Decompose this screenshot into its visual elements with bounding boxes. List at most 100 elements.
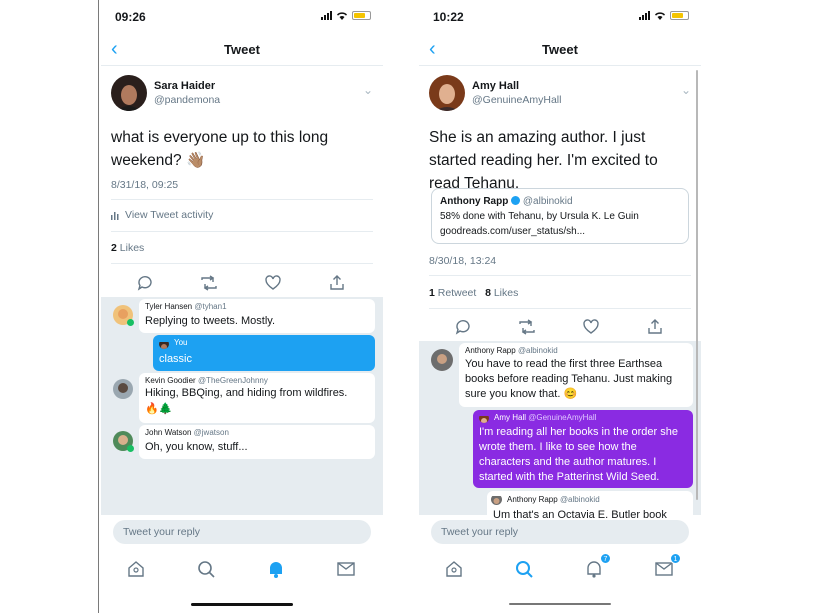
quoted-name: Anthony Rapp [440,196,509,207]
messages-tab[interactable]: 1 [653,553,681,580]
dm-text: Hiking, BBQing, and hiding from wildfire… [145,387,348,399]
likes-label: Likes [119,242,145,254]
retweet-icon[interactable] [199,273,219,293]
dm-text: Oh, you know, stuff... [145,441,248,453]
divider [429,308,691,309]
avatar[interactable] [111,75,147,111]
dm-message-own[interactable]: You classic [153,335,375,371]
notifications-badge: 7 [600,553,611,564]
view-activity-link[interactable]: View Tweet activity [111,209,213,221]
author-handle: @pandemona [154,94,221,106]
retweet-number: 1 [429,287,435,299]
tweet-timestamp: 8/30/18, 13:24 [429,255,497,267]
dm-text: classic [159,353,193,365]
home-indicator [191,603,293,606]
search-icon[interactable] [195,558,217,580]
messages-icon[interactable] [335,558,357,580]
chevron-down-icon[interactable]: ⌄ [363,83,373,97]
chevron-down-icon[interactable]: ⌄ [681,83,691,97]
dm-sender: John Watson @jwatson [145,428,229,437]
avatar[interactable] [429,75,465,111]
view-activity-label: View Tweet activity [125,209,214,221]
tweet-timestamp: 8/31/18, 09:25 [111,179,179,191]
dm-text: You have to read the first three Earthse… [465,358,663,370]
author-name: Amy Hall [472,80,520,92]
status-bar: 09:26 [101,8,383,26]
like-icon[interactable] [263,273,283,293]
quoted-author: Anthony Rapp @albinokid [440,194,680,209]
scrollbar[interactable] [696,70,698,500]
reply-icon[interactable] [135,273,155,293]
tab-bar [101,558,383,588]
tweet-author[interactable]: Sara Haider @pandemona ⌄ [111,75,373,115]
notifications-tab[interactable]: 7 [583,553,611,580]
dm-text-emoji: 🔥🌲 [145,403,173,415]
dm-sender: Amy Hall @GenuineAmyHall [494,413,597,422]
tweet-actions [419,317,701,339]
share-icon[interactable] [327,273,347,293]
wifi-icon [655,12,665,20]
battery-icon [670,11,689,20]
share-icon[interactable] [645,317,665,337]
right-phone-screen: 10:22 ‹ Tweet Amy Hall @GenuineAmyHall ⌄… [419,0,701,613]
dm-message[interactable]: Tyler Hansen @tyhan1 Replying to tweets.… [139,299,375,333]
tweet-actions [101,273,383,295]
avatar [113,379,133,399]
divider [429,275,691,276]
wifi-icon [337,12,347,20]
quoted-text: 58% done with Tehanu, by Ursula K. Le Gu… [440,211,639,222]
battery-icon [352,11,371,20]
status-icons [639,11,689,20]
dm-conversation[interactable]: Tyler Hansen @tyhan1 Replying to tweets.… [101,297,383,515]
search-icon[interactable] [513,558,535,580]
nav-bar: ‹ Tweet [419,36,701,66]
online-dot [127,319,134,326]
status-time: 10:22 [433,10,464,24]
signal-icon [321,11,332,20]
verified-icon [511,196,521,205]
dm-sender: Kevin Goodier @TheGreenJohnny [145,376,268,385]
dm-conversation[interactable]: Anthony Rapp @albinokid You have to read… [419,341,701,531]
dm-text: started with the Patterinst Wild Seed. [479,471,660,483]
home-icon[interactable] [443,558,465,580]
home-icon[interactable] [125,558,147,580]
like-icon[interactable] [581,317,601,337]
left-phone-screen: 09:26 ‹ Tweet Sara Haider @pandemona ⌄ w… [101,0,383,613]
quoted-tweet[interactable]: Anthony Rapp @albinokid 58% done with Te… [431,188,689,244]
retweet-icon[interactable] [517,317,537,337]
quoted-handle: @albinokid [522,196,573,207]
dm-message[interactable]: John Watson @jwatson Oh, you know, stuff… [139,425,375,459]
bar-chart-icon [111,211,119,220]
home-indicator [509,603,611,605]
dm-sender: Anthony Rapp @albinokid [465,346,558,355]
quoted-link: goodreads.com/user_status/sh... [440,226,586,237]
tab-bar: 7 1 [419,553,701,588]
screenshot-canvas: 09:26 ‹ Tweet Sara Haider @pandemona ⌄ w… [0,0,839,613]
dm-message[interactable]: Kevin Goodier @TheGreenJohnny Hiking, BB… [139,373,375,423]
dm-sender: You [174,338,188,347]
notifications-icon[interactable] [265,558,287,580]
page-title: Tweet [542,42,578,57]
dm-sender: Tyler Hansen @tyhan1 [145,302,227,311]
dm-text: characters and the author matures. I [479,456,657,468]
messages-badge: 1 [670,553,681,564]
likes-count[interactable]: 2 Likes [111,242,144,254]
avatar [431,349,453,371]
divider-line [98,0,99,613]
tweet-text: She is an amazing author. I just started… [429,129,658,192]
dm-text: books before reading Tehanu. Just making [465,373,673,385]
reply-input[interactable]: Tweet your reply [113,520,371,544]
status-time: 09:26 [115,10,146,24]
reply-icon[interactable] [453,317,473,337]
dm-message[interactable]: Anthony Rapp @albinokid You have to read… [459,343,693,407]
page-title: Tweet [224,42,260,57]
engagement-stats[interactable]: 1 Retweet 8 Likes [429,287,518,299]
avatar [159,339,169,349]
likes-number: 8 [485,287,491,299]
reply-input[interactable]: Tweet your reply [431,520,689,544]
dm-message-own[interactable]: Amy Hall @GenuineAmyHall I'm reading all… [473,410,693,488]
tweet-author[interactable]: Amy Hall @GenuineAmyHall ⌄ [429,75,691,115]
likes-label: Likes [493,287,519,299]
online-dot [127,445,134,452]
signal-icon [639,11,650,20]
